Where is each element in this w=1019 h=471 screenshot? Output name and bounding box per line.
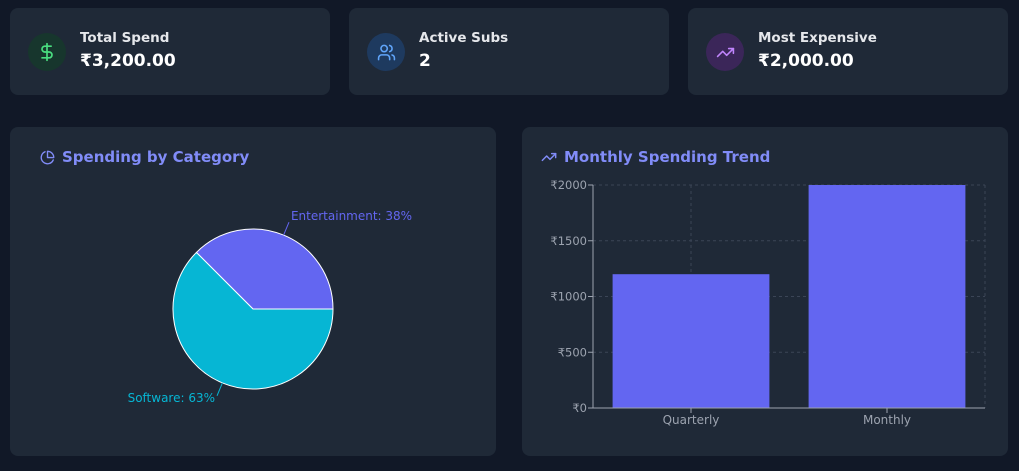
x-tick-label: Quarterly <box>663 413 720 427</box>
stat-value: ₹3,200.00 <box>80 51 176 71</box>
stat-card-most-expensive: Most Expensive ₹2,000.00 <box>688 8 1008 95</box>
trending-up-icon <box>706 33 744 71</box>
x-tick-label: Monthly <box>863 413 911 427</box>
category-pie-chart: Entertainment: 38% Software: 63% <box>128 209 413 405</box>
monthly-spending-trend-panel: Monthly Spending Trend ₹0 ₹500 ₹1000 ₹1500 ₹… <box>522 127 1008 456</box>
spending-by-category-panel: Spending by Category Entertainment: 38% S… <box>10 127 496 456</box>
stat-label: Most Expensive <box>758 30 877 46</box>
users-icon <box>367 33 405 71</box>
bar-monthly <box>808 185 966 408</box>
monthly-trend-bar-chart: ₹0 ₹500 ₹1000 ₹1500 ₹2000 Quarterly Monthly <box>550 178 986 427</box>
stat-label: Total Spend <box>80 30 170 46</box>
stat-label: Active Subs <box>419 30 509 46</box>
y-tick-label: ₹2000 <box>550 178 587 192</box>
stat-value: 2 <box>419 51 431 71</box>
pie-label-line <box>216 382 223 397</box>
y-tick-label: ₹1500 <box>550 234 587 248</box>
dollar-sign-icon <box>28 33 66 71</box>
pie-slice-label: Entertainment: 38% <box>291 209 412 223</box>
stat-card-active-subs: Active Subs 2 <box>349 8 669 95</box>
stat-value: ₹2,000.00 <box>758 51 854 71</box>
bar-quarterly <box>612 274 770 408</box>
pie-label-line <box>283 221 290 236</box>
stat-card-total-spend: Total Spend ₹3,200.00 <box>10 8 330 95</box>
y-tick-label: ₹1000 <box>550 290 587 304</box>
y-tick-label: ₹0 <box>572 401 587 415</box>
pie-slice-label: Software: 63% <box>128 391 215 405</box>
y-tick-label: ₹500 <box>558 345 587 359</box>
